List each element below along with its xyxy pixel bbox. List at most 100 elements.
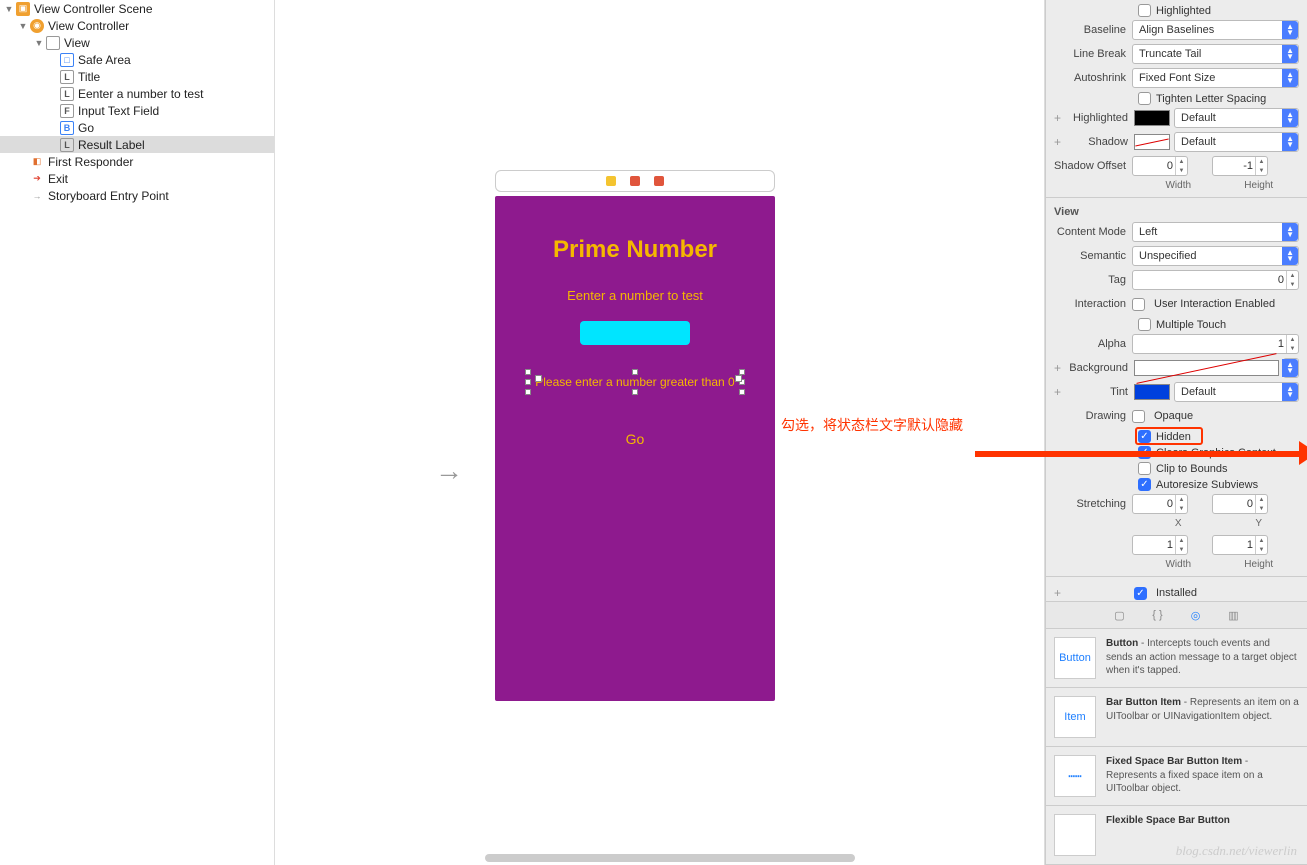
checkbox-icon[interactable] bbox=[1138, 4, 1151, 17]
clip-checkbox-row[interactable]: Clip to Bounds bbox=[1054, 462, 1299, 475]
nav-vc[interactable]: ▼ ◉ View Controller bbox=[0, 17, 274, 34]
nav-item[interactable]: LResult Label bbox=[0, 136, 274, 153]
stepper-icon[interactable]: ▲▼ bbox=[1286, 335, 1298, 353]
titlebar-dot-icon bbox=[654, 176, 664, 186]
autoshrink-select[interactable]: Fixed Font Size▲▼ bbox=[1132, 68, 1299, 88]
lib-tab-file-icon[interactable]: ▢ bbox=[1112, 607, 1128, 623]
titlebar-dot-icon bbox=[606, 176, 616, 186]
checkbox-icon[interactable]: ✓ bbox=[1138, 478, 1151, 491]
canvas[interactable]: → Prime Number Eenter a number to test P… bbox=[275, 0, 1045, 865]
linebreak-label: Line Break bbox=[1054, 48, 1132, 60]
nav-item[interactable]: □Safe Area bbox=[0, 51, 274, 68]
library-item-text: Fixed Space Bar Button Item - Represents… bbox=[1106, 755, 1299, 797]
highlighted-color-select[interactable]: Default▲▼ bbox=[1174, 108, 1299, 128]
phone-view[interactable]: Prime Number Eenter a number to test Ple… bbox=[495, 196, 775, 701]
background-colorwell[interactable] bbox=[1134, 360, 1279, 376]
library-item-text: Flexible Space Bar Button bbox=[1106, 814, 1230, 856]
nav-view[interactable]: ▼ View bbox=[0, 34, 274, 51]
highlighted-checkbox-row[interactable]: Highlighted bbox=[1054, 4, 1299, 17]
nav-entry-point[interactable]: → Storyboard Entry Point bbox=[0, 187, 274, 204]
pointer-arrow-icon: → bbox=[435, 455, 463, 487]
hidden-checkbox-row[interactable]: ✓ Hidden bbox=[1054, 430, 1299, 443]
library-panel: ButtonButton - Intercepts touch events a… bbox=[1046, 629, 1307, 865]
library-item[interactable]: Flexible Space Bar Button bbox=[1046, 806, 1307, 865]
shadow-select[interactable]: Default▲▼ bbox=[1174, 132, 1299, 152]
opaque-checkbox[interactable] bbox=[1132, 410, 1145, 423]
stretch-h[interactable]: 1▲▼ bbox=[1212, 535, 1268, 555]
nav-view-label: View bbox=[64, 36, 90, 50]
disclosure-icon[interactable]: ▼ bbox=[4, 4, 14, 14]
phone-result-label[interactable]: Please enter a number greater than 0 bbox=[531, 373, 738, 391]
multiple-touch-row[interactable]: Multiple Touch bbox=[1054, 318, 1299, 331]
shadow-offset-label: Shadow Offset bbox=[1054, 160, 1132, 172]
stretch-x[interactable]: 0▲▼ bbox=[1132, 494, 1188, 514]
plus-icon[interactable]: + bbox=[1054, 385, 1064, 399]
linebreak-select[interactable]: Truncate Tail▲▼ bbox=[1132, 44, 1299, 64]
phone-subtitle-label[interactable]: Eenter a number to test bbox=[505, 288, 765, 303]
field-icon: F bbox=[60, 104, 74, 118]
phone-go-button[interactable]: Go bbox=[505, 431, 765, 447]
plus-icon[interactable]: + bbox=[1054, 361, 1064, 375]
phone-titlebar[interactable] bbox=[495, 170, 775, 192]
lib-tab-code-icon[interactable]: { } bbox=[1150, 607, 1166, 623]
tighten-checkbox-row[interactable]: Tighten Letter Spacing bbox=[1054, 92, 1299, 105]
plus-icon[interactable]: + bbox=[1054, 586, 1064, 600]
shadow-offset-height[interactable]: -1▲▼ bbox=[1212, 156, 1268, 176]
baseline-select[interactable]: Align Baselines▲▼ bbox=[1132, 20, 1299, 40]
exit-icon: ➔ bbox=[30, 172, 44, 186]
shadow-offset-width[interactable]: 0▲▼ bbox=[1132, 156, 1188, 176]
disclosure-icon[interactable]: ▼ bbox=[18, 21, 28, 31]
stretch-y[interactable]: 0▲▼ bbox=[1212, 494, 1268, 514]
checkbox-icon[interactable] bbox=[1138, 318, 1151, 331]
navigator-panel: ▼ ▣ View Controller Scene ▼ ◉ View Contr… bbox=[0, 0, 275, 865]
nav-exit[interactable]: ➔ Exit bbox=[0, 170, 274, 187]
nav-item-label: Input Text Field bbox=[78, 104, 159, 118]
checkbox-icon[interactable] bbox=[1138, 462, 1151, 475]
background-select[interactable]: ▲▼ bbox=[1283, 358, 1299, 378]
drawing-label: Drawing bbox=[1054, 410, 1132, 422]
highlighted-colorwell[interactable] bbox=[1134, 110, 1170, 126]
tighten-label: Tighten Letter Spacing bbox=[1156, 93, 1266, 105]
plus-icon[interactable]: + bbox=[1054, 135, 1064, 149]
nav-item-label: Result Label bbox=[78, 138, 145, 152]
horizontal-scrollbar[interactable] bbox=[485, 854, 855, 862]
tint-select[interactable]: Default▲▼ bbox=[1174, 382, 1299, 402]
shadow-colorwell[interactable] bbox=[1134, 134, 1170, 150]
hidden-checkbox[interactable]: ✓ bbox=[1138, 430, 1151, 443]
library-item[interactable]: ┅┅Fixed Space Bar Button Item - Represen… bbox=[1046, 747, 1307, 806]
phone-text-field[interactable] bbox=[580, 321, 690, 345]
stepper-icon[interactable]: ▲▼ bbox=[1175, 157, 1187, 175]
installed-checkbox[interactable]: ✓ bbox=[1134, 587, 1147, 600]
nav-item[interactable]: F Input Text Field bbox=[0, 102, 274, 119]
nav-fr-label: First Responder bbox=[48, 155, 133, 169]
titlebar-dot-icon bbox=[630, 176, 640, 186]
nav-scene[interactable]: ▼ ▣ View Controller Scene bbox=[0, 0, 274, 17]
library-item[interactable]: ButtonButton - Intercepts touch events a… bbox=[1046, 629, 1307, 688]
library-item-text: Bar Button Item - Represents an item on … bbox=[1106, 696, 1299, 738]
tint-label: Tint bbox=[1068, 386, 1134, 398]
highlighted-label: Highlighted bbox=[1156, 5, 1211, 17]
stretching-label: Stretching bbox=[1054, 498, 1132, 510]
tint-colorwell[interactable] bbox=[1134, 384, 1170, 400]
alpha-field[interactable]: 1▲▼ bbox=[1132, 334, 1299, 354]
checkbox-icon[interactable] bbox=[1138, 92, 1151, 105]
nav-item[interactable]: LEenter a number to test bbox=[0, 85, 274, 102]
lib-tab-media-icon[interactable]: ▥ bbox=[1226, 607, 1242, 623]
first-responder-icon: ◧ bbox=[30, 155, 44, 169]
plus-icon[interactable]: + bbox=[1054, 111, 1064, 125]
stretch-w[interactable]: 1▲▼ bbox=[1132, 535, 1188, 555]
nav-item[interactable]: BGo bbox=[0, 119, 274, 136]
phone-title-label[interactable]: Prime Number bbox=[505, 236, 765, 264]
nav-item[interactable]: LTitle bbox=[0, 68, 274, 85]
uie-checkbox[interactable] bbox=[1132, 298, 1145, 311]
semantic-select[interactable]: Unspecified▲▼ bbox=[1132, 246, 1299, 266]
stepper-icon[interactable]: ▲▼ bbox=[1255, 157, 1267, 175]
disclosure-icon[interactable]: ▼ bbox=[34, 38, 44, 48]
tag-field[interactable]: 0▲▼ bbox=[1132, 270, 1299, 290]
stepper-icon[interactable]: ▲▼ bbox=[1286, 271, 1298, 289]
autoresize-checkbox-row[interactable]: ✓ Autoresize Subviews bbox=[1054, 478, 1299, 491]
content-mode-select[interactable]: Left▲▼ bbox=[1132, 222, 1299, 242]
lib-tab-object-icon[interactable]: ◎ bbox=[1188, 607, 1204, 623]
library-item[interactable]: ItemBar Button Item - Represents an item… bbox=[1046, 688, 1307, 747]
nav-first-responder[interactable]: ◧ First Responder bbox=[0, 153, 274, 170]
